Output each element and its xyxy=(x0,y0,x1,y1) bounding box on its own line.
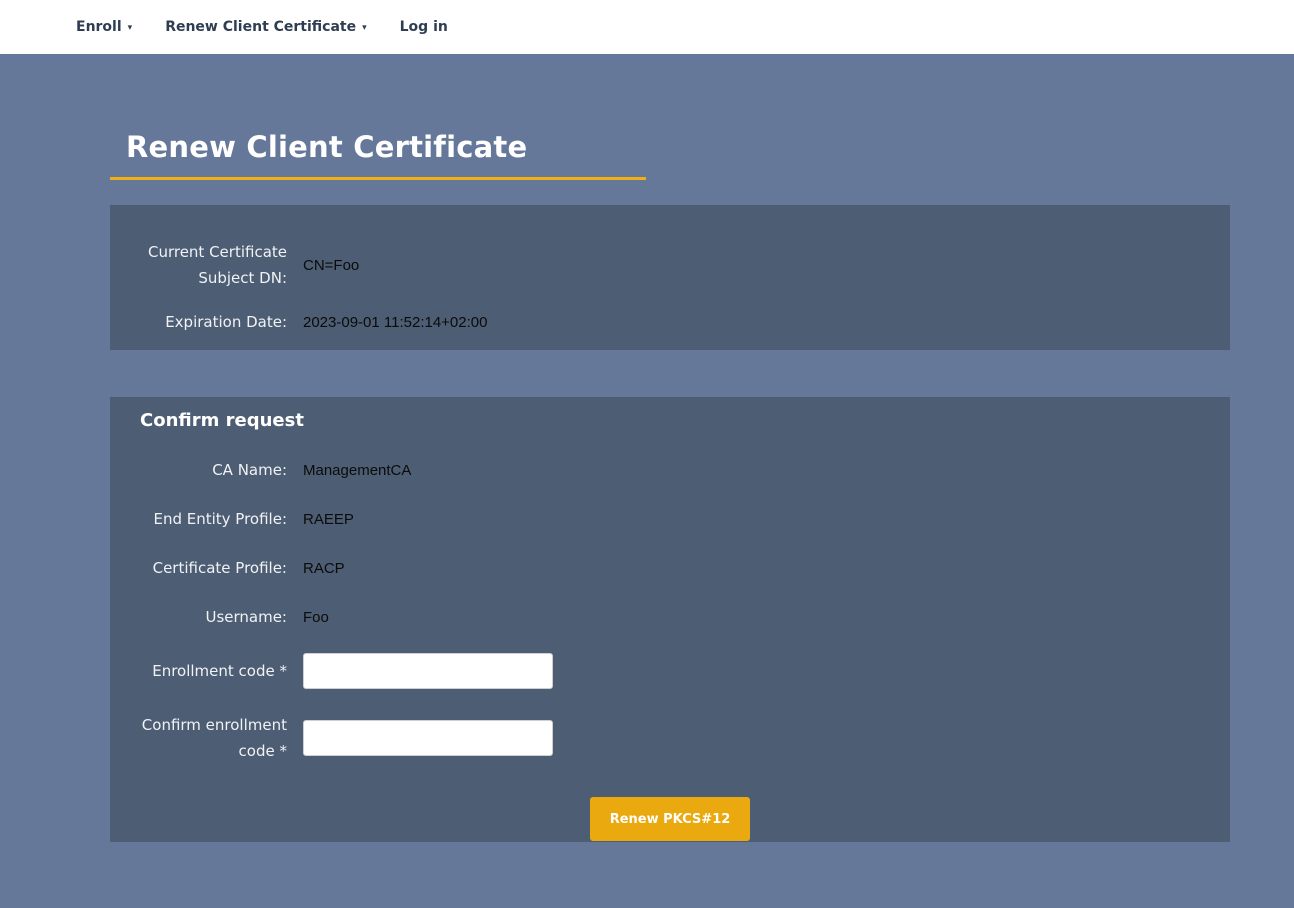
ca-name-row: CA Name: ManagementCA xyxy=(110,457,1230,483)
top-navbar: Enroll ▾ Renew Client Certificate ▾ Log … xyxy=(0,0,1294,54)
nav-item-enroll-label: Enroll xyxy=(76,19,122,35)
chevron-down-icon: ▾ xyxy=(362,23,367,33)
enrollment-code-input[interactable] xyxy=(303,653,553,689)
confirm-enrollment-code-input[interactable] xyxy=(303,720,553,756)
title-underline xyxy=(110,177,646,180)
certificate-profile-value: RACP xyxy=(303,559,1230,578)
button-row: Renew PKCS#12 xyxy=(110,797,1230,841)
subject-dn-label: Current Certificate Subject DN: xyxy=(110,239,287,291)
certificate-summary-panel: Current Certificate Subject DN: CN=Foo E… xyxy=(110,205,1230,350)
enrollment-code-label: Enrollment code * xyxy=(110,658,287,684)
nav-item-renew-label: Renew Client Certificate xyxy=(165,19,356,35)
page-title: Renew Client Certificate xyxy=(110,130,1230,164)
ca-name-value: ManagementCA xyxy=(303,461,1230,480)
enrollment-code-row: Enrollment code * xyxy=(110,653,1230,689)
end-entity-profile-label: End Entity Profile: xyxy=(110,506,287,532)
username-row: Username: Foo xyxy=(110,604,1230,630)
nav-item-renew-client-certificate[interactable]: Renew Client Certificate ▾ xyxy=(165,19,366,35)
confirm-request-panel: Confirm request CA Name: ManagementCA En… xyxy=(110,397,1230,842)
chevron-down-icon: ▾ xyxy=(128,23,133,33)
subject-dn-row: Current Certificate Subject DN: CN=Foo xyxy=(110,239,1230,291)
username-value: Foo xyxy=(303,608,1230,627)
nav-item-enroll[interactable]: Enroll ▾ xyxy=(76,19,132,35)
nav-item-login-label: Log in xyxy=(400,19,448,35)
certificate-profile-row: Certificate Profile: RACP xyxy=(110,555,1230,581)
confirm-enrollment-code-row: Confirm enrollment code * xyxy=(110,712,1230,764)
ca-name-label: CA Name: xyxy=(110,457,287,483)
main-content: Renew Client Certificate Current Certifi… xyxy=(110,130,1230,842)
confirm-request-heading: Confirm request xyxy=(110,410,1230,431)
certificate-profile-label: Certificate Profile: xyxy=(110,555,287,581)
username-label: Username: xyxy=(110,604,287,630)
expiration-date-value: 2023-09-01 11:52:14+02:00 xyxy=(303,313,1230,332)
subject-dn-value: CN=Foo xyxy=(303,256,1230,275)
nav-item-login[interactable]: Log in xyxy=(400,19,448,35)
end-entity-profile-value: RAEEP xyxy=(303,510,1230,529)
end-entity-profile-row: End Entity Profile: RAEEP xyxy=(110,506,1230,532)
confirm-enrollment-code-label: Confirm enrollment code * xyxy=(110,712,287,764)
expiration-date-row: Expiration Date: 2023-09-01 11:52:14+02:… xyxy=(110,309,1230,335)
expiration-date-label: Expiration Date: xyxy=(110,309,287,335)
renew-pkcs12-button[interactable]: Renew PKCS#12 xyxy=(590,797,751,841)
